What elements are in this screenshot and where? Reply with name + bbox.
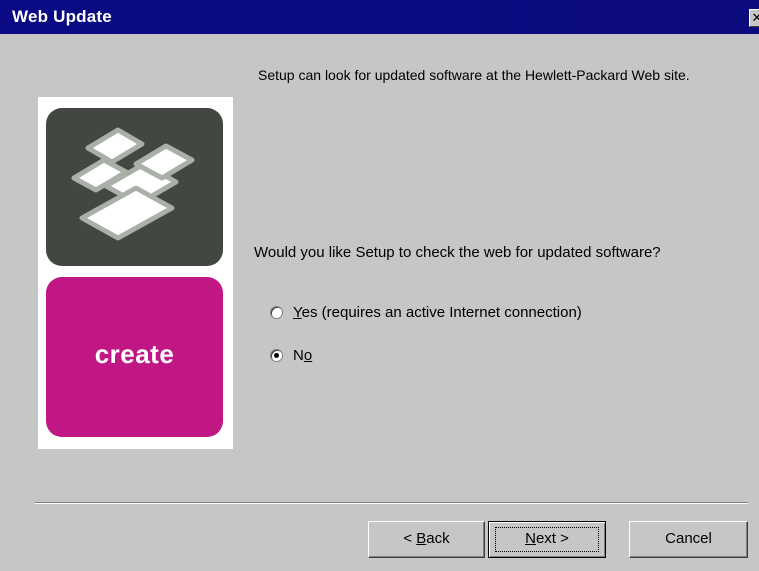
close-icon: ✕: [751, 10, 759, 25]
hp-stacked-tiles-logo-icon: [71, 127, 195, 241]
radio-no-label: No: [293, 347, 313, 364]
intro-text: Setup can look for updated software at t…: [258, 67, 690, 83]
close-button[interactable]: ✕: [749, 9, 759, 27]
focus-indicator: [495, 527, 599, 552]
radio-option-no[interactable]: No: [270, 347, 312, 364]
window-title: Web Update: [12, 7, 112, 26]
question-text: Would you like Setup to check the web fo…: [254, 244, 661, 261]
branding-image: create: [38, 97, 233, 449]
radio-no-button[interactable]: [270, 349, 283, 362]
cancel-button[interactable]: Cancel: [629, 521, 748, 558]
create-label: create: [94, 339, 175, 369]
logo-tile: [46, 108, 223, 266]
web-update-dialog: Web Update ✕ create Setup can look for u…: [0, 0, 759, 571]
radio-option-yes[interactable]: Yes (requires an active Internet connect…: [270, 304, 582, 321]
create-tile: create: [46, 277, 223, 437]
back-button[interactable]: < Back: [368, 521, 485, 558]
button-separator: [35, 502, 748, 504]
radio-yes-button[interactable]: [270, 306, 283, 319]
radio-yes-label: Yes (requires an active Internet connect…: [293, 304, 582, 321]
next-button[interactable]: Next >: [488, 521, 606, 558]
title-bar[interactable]: Web Update ✕: [0, 0, 759, 34]
